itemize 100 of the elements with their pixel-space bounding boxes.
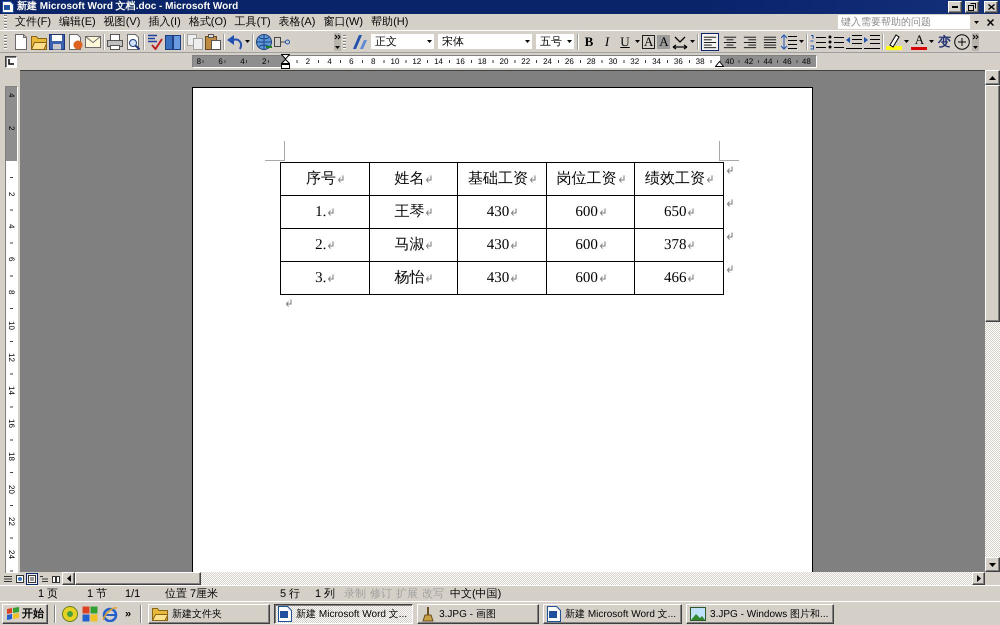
picture-icon[interactable] xyxy=(690,606,706,620)
clipboard-icon[interactable] xyxy=(205,34,221,50)
new-document-icon[interactable] xyxy=(13,34,29,50)
font-color-button[interactable]: A xyxy=(911,34,928,50)
row-end-mark-icon xyxy=(726,232,733,240)
close-icon[interactable] xyxy=(988,4,994,10)
ruler-number: 46 xyxy=(782,57,792,66)
underline-button[interactable]: U xyxy=(617,34,633,50)
bulleted-list-icon[interactable] xyxy=(828,34,844,50)
taskbar-button[interactable]: 新建 Microsoft Word 文... xyxy=(543,604,682,624)
dropdown-arrow-icon[interactable] xyxy=(904,40,910,43)
dropdown-arrow-icon[interactable] xyxy=(245,40,250,43)
dropdown-arrow-icon[interactable] xyxy=(427,40,432,43)
menu-item[interactable]: 帮助(H) xyxy=(367,14,412,30)
scroll-thumb[interactable] xyxy=(75,572,201,585)
restore-icon[interactable] xyxy=(968,3,976,11)
style-dropdown[interactable]: 正文 xyxy=(370,33,435,50)
menu-item[interactable]: 表格(A) xyxy=(274,14,320,30)
more-button[interactable]: » xyxy=(122,608,134,620)
dropdown-arrow-icon[interactable] xyxy=(690,40,696,43)
character-border-button[interactable]: A xyxy=(642,34,656,48)
style-icon[interactable] xyxy=(352,34,368,50)
horizontal-ruler[interactable]: 8 6 4 2 2 4 6 8 10 12 14 16 18 20 22 24 26 28 30 32 34 36 38 40 42 44 46 48 xyxy=(192,55,817,68)
character-shading-button[interactable]: A xyxy=(657,34,670,48)
menu-item[interactable]: 插入(I) xyxy=(144,14,185,30)
grip-handle-icon[interactable] xyxy=(4,15,7,29)
font-dropdown[interactable]: 宋体 xyxy=(437,33,533,50)
envelope-icon[interactable] xyxy=(85,34,101,50)
italic-button[interactable]: I xyxy=(599,34,615,50)
ruler-number: 8 xyxy=(7,290,16,294)
vertical-ruler[interactable]: 4 2 2 4 6 8 10 12 14 16 18 20 22 24 xyxy=(5,86,18,573)
dropdown-arrow-icon[interactable] xyxy=(525,40,530,43)
scroll-right-button[interactable] xyxy=(972,572,985,585)
right-arrow-icon[interactable] xyxy=(976,575,980,582)
disc-icon[interactable] xyxy=(62,606,78,622)
ruler-number: 20 xyxy=(7,484,16,494)
increase-indent-icon[interactable] xyxy=(864,34,880,50)
scroll-thumb[interactable] xyxy=(985,85,1000,322)
help-question-field[interactable]: 键入需要帮助的问题 xyxy=(838,15,970,29)
menu-item[interactable]: 格式(O) xyxy=(184,14,231,30)
menu-item[interactable]: 编辑(E) xyxy=(55,14,100,30)
menu-item[interactable]: 工具(T) xyxy=(230,14,275,30)
dropdown-arrow-icon[interactable] xyxy=(929,40,934,43)
grip-handle-icon[interactable] xyxy=(4,34,7,48)
grip-handle-icon[interactable] xyxy=(343,34,346,48)
down-arrow-icon[interactable] xyxy=(989,562,996,566)
line-spacing-icon[interactable] xyxy=(781,34,798,50)
toolbar-options-icon[interactable] xyxy=(972,32,980,50)
close-icon[interactable] xyxy=(987,18,994,26)
numbered-list-icon[interactable] xyxy=(810,34,826,50)
start-button[interactable]: 开始 xyxy=(2,604,48,624)
web-browser-icon[interactable] xyxy=(102,606,118,622)
menu-item[interactable]: 窗口(W) xyxy=(319,14,368,30)
character-scale-icon[interactable] xyxy=(672,34,688,50)
taskbar-button[interactable]: 新建文件夹 xyxy=(148,604,270,624)
document-icon[interactable] xyxy=(278,606,292,622)
phonetic-guide-button[interactable]: 变 xyxy=(936,34,952,50)
folder-icon[interactable] xyxy=(31,34,47,50)
bold-button[interactable]: B xyxy=(581,34,597,50)
decrease-indent-icon[interactable] xyxy=(846,34,862,50)
dropdown-arrow-icon[interactable] xyxy=(974,20,979,24)
cell-text: 姓名 xyxy=(394,170,424,188)
page-magnifier-icon[interactable] xyxy=(125,34,141,50)
close-button[interactable] xyxy=(984,1,998,13)
restore-button[interactable] xyxy=(965,1,979,13)
taskbar-button[interactable]: 新建 Microsoft Word 文... xyxy=(274,604,414,624)
dropdown-arrow-icon[interactable] xyxy=(567,40,572,43)
scroll-down-button[interactable] xyxy=(985,557,1000,572)
ruler-number: 2 xyxy=(7,192,16,196)
menu-item[interactable]: 视图(V) xyxy=(100,14,144,30)
toolbar-options-icon[interactable] xyxy=(334,32,341,50)
spell-check-icon[interactable] xyxy=(147,34,163,50)
circled-character-icon[interactable] xyxy=(954,34,970,50)
tab-stop-selector[interactable] xyxy=(5,56,17,68)
document-icon[interactable] xyxy=(67,34,83,50)
undo-icon[interactable] xyxy=(227,34,243,50)
dropdown-arrow-icon[interactable] xyxy=(635,40,640,43)
folder-icon[interactable] xyxy=(152,606,168,620)
minimize-button[interactable] xyxy=(948,1,962,13)
indent-marker-icon[interactable] xyxy=(715,61,724,67)
indent-marker-icon[interactable] xyxy=(281,54,290,69)
paintbrush-icon[interactable] xyxy=(421,606,436,622)
tile-icon[interactable] xyxy=(82,606,98,622)
menu-item[interactable]: 文件(F) xyxy=(11,14,56,30)
document-icon[interactable] xyxy=(547,606,562,622)
scroll-up-button[interactable] xyxy=(985,70,1000,85)
flag-icon[interactable] xyxy=(6,607,20,620)
taskbar-button[interactable]: 3.JPG - Windows 图片和... xyxy=(686,604,834,624)
taskbar-button[interactable]: 3.JPG - 画图 xyxy=(417,604,540,624)
left-arrow-icon[interactable] xyxy=(66,575,70,582)
book-icon[interactable] xyxy=(165,34,181,50)
return-mark-icon xyxy=(687,208,694,216)
globe-icon[interactable] xyxy=(256,34,272,50)
tab-stop-icon[interactable] xyxy=(8,58,14,64)
highlighter-icon[interactable] xyxy=(886,34,902,50)
dropdown-arrow-icon[interactable] xyxy=(799,40,804,43)
printer-icon[interactable] xyxy=(107,34,123,50)
scroll-left-button[interactable] xyxy=(62,572,75,585)
up-arrow-icon[interactable] xyxy=(989,76,996,80)
font-size-dropdown[interactable]: 五号 xyxy=(535,33,575,50)
